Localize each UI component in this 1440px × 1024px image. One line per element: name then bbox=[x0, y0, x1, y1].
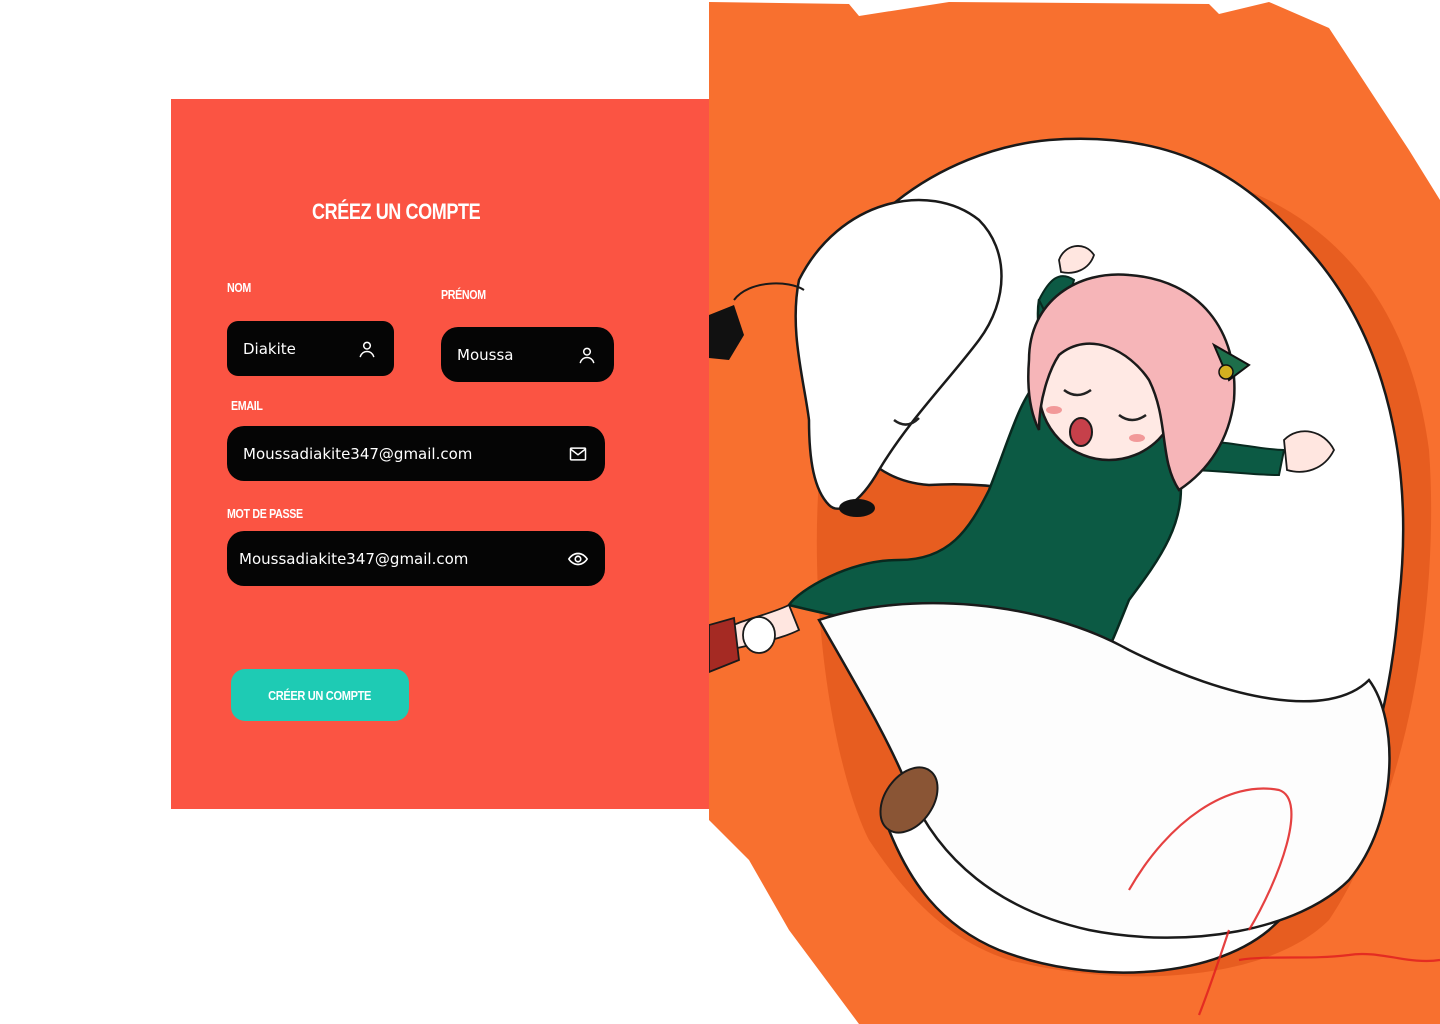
email-label: Email bbox=[231, 398, 263, 413]
prenom-label: Prénom bbox=[441, 287, 486, 302]
signup-form-card: Créez un compte Nom Diakite Prénom Mouss… bbox=[171, 99, 709, 809]
nom-input-value: Diakite bbox=[243, 339, 296, 358]
signup-page: Créez un compte Nom Diakite Prénom Mouss… bbox=[0, 0, 1440, 1024]
email-input-value: Moussadiakite347@gmail.com bbox=[243, 444, 473, 463]
user-icon bbox=[576, 344, 598, 366]
email-input[interactable]: Moussadiakite347@gmail.com bbox=[227, 426, 605, 481]
password-input-value: Moussadiakite347@gmail.com bbox=[239, 549, 469, 568]
eye-icon[interactable] bbox=[567, 548, 589, 570]
illustration-art bbox=[709, 2, 1440, 1024]
create-account-button-label: Créer un compte bbox=[268, 687, 372, 703]
prenom-input[interactable]: Moussa bbox=[441, 327, 614, 382]
form-title: Créez un compte bbox=[312, 199, 481, 224]
nom-input[interactable]: Diakite bbox=[227, 321, 394, 376]
create-account-button[interactable]: Créer un compte bbox=[231, 669, 409, 721]
user-icon bbox=[356, 338, 378, 360]
envelope-icon bbox=[567, 443, 589, 465]
nom-label: Nom bbox=[227, 280, 251, 295]
hero-illustration bbox=[709, 0, 1440, 1024]
prenom-input-value: Moussa bbox=[457, 345, 514, 364]
password-label: Mot de passe bbox=[227, 506, 303, 521]
password-input[interactable]: Moussadiakite347@gmail.com bbox=[227, 531, 605, 586]
